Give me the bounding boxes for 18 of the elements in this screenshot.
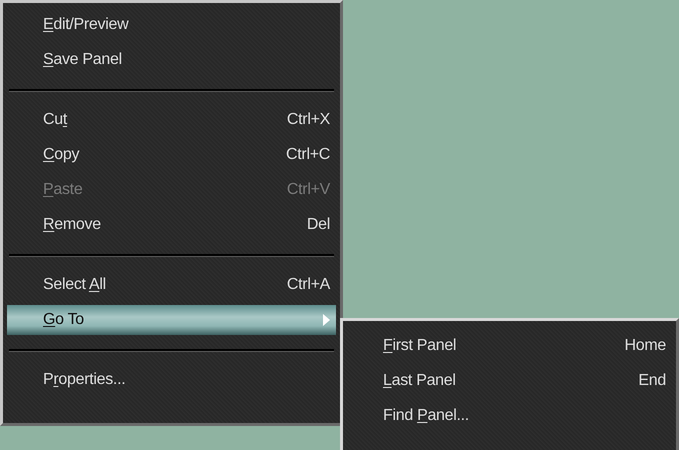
shortcut-label: Home: [624, 336, 666, 356]
menu-item[interactable]: Save Panel: [7, 45, 336, 75]
menu-item[interactable]: Go To: [7, 305, 336, 335]
menu-item[interactable]: Properties...: [7, 365, 336, 395]
shortcut-label: Ctrl+A: [286, 275, 330, 295]
menu-item[interactable]: Remove Del: [7, 210, 336, 240]
menu-item[interactable]: Cut Ctrl+X: [7, 105, 336, 135]
menu-item[interactable]: Select All Ctrl+A: [7, 270, 336, 300]
shortcut-label: Del: [306, 215, 330, 235]
menu-item[interactable]: Find Panel...: [347, 401, 672, 431]
menu-item[interactable]: First Panel Home: [347, 331, 672, 361]
shortcut-label: End: [638, 371, 666, 391]
shortcut-label: Ctrl+X: [286, 110, 330, 130]
menu-item[interactable]: Last Panel End: [347, 366, 672, 396]
menu-item[interactable]: Copy Ctrl+C: [7, 140, 336, 170]
menu-item[interactable]: Edit/Preview: [7, 10, 336, 40]
shortcut-label: Ctrl+C: [286, 145, 330, 165]
shortcut-label: Ctrl+V: [286, 180, 330, 200]
